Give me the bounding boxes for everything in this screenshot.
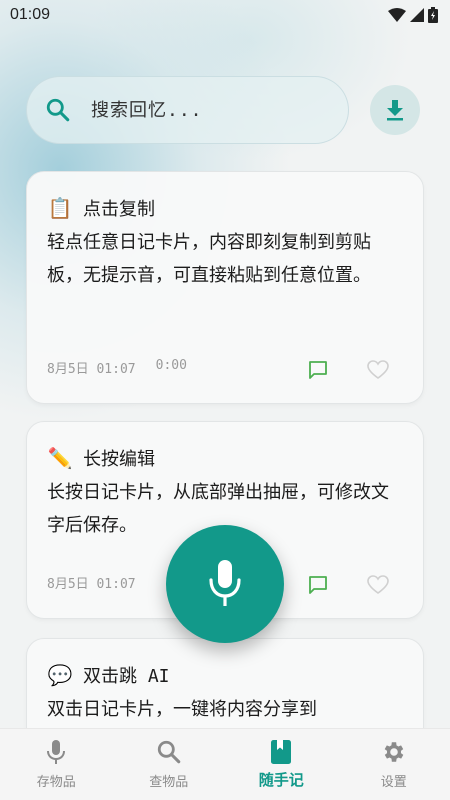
card-body: 轻点任意日记卡片，内容即刻复制到剪贴板，无提示音，可直接粘贴到任意位置。 [47, 232, 371, 286]
card-duration: 0:00 [155, 358, 187, 373]
download-icon [387, 100, 403, 121]
card-actions [307, 359, 389, 381]
status-icons [388, 7, 438, 23]
speech-bubble-icon: 💬 [47, 663, 73, 687]
nav-label: 查物品 [149, 775, 189, 790]
battery-icon [428, 7, 438, 23]
comment-icon[interactable] [307, 359, 329, 381]
bottom-nav: 存物品 查物品 随手记 设置 [0, 728, 450, 800]
nav-label: 设置 [380, 775, 407, 790]
wifi-icon [388, 8, 406, 22]
card-title-row: ✏️ 长按编辑 [47, 444, 403, 472]
heart-icon[interactable] [367, 575, 389, 595]
card-body: 双击日记卡片，一键将内容分享到 [47, 699, 317, 720]
card-title: 长按编辑 [83, 449, 155, 470]
card-title-row: 💬 双击跳 AI [47, 661, 403, 689]
nav-label: 存物品 [36, 775, 76, 790]
search-icon [46, 98, 70, 122]
search-input[interactable] [91, 99, 321, 121]
nav-item-notes[interactable]: 随手记 [225, 729, 338, 800]
card-meta: 8月5日 01:07 [47, 573, 136, 592]
clipboard-icon: 📋 [47, 196, 73, 220]
comment-icon[interactable] [307, 574, 329, 596]
status-bar: 01:09 [0, 0, 450, 30]
gear-icon [384, 742, 404, 762]
download-button[interactable] [370, 85, 420, 135]
diary-card[interactable]: 📋 点击复制 轻点任意日记卡片，内容即刻复制到剪贴板，无提示音，可直接粘贴到任意… [26, 171, 424, 404]
mic-icon [209, 560, 241, 606]
book-icon [271, 740, 292, 764]
signal-icon [410, 8, 424, 22]
nav-item-settings[interactable]: 设置 [338, 729, 450, 800]
card-title: 点击复制 [83, 199, 155, 220]
card-date: 8月5日 01:07 [47, 362, 136, 377]
card-actions [307, 574, 389, 596]
card-meta: 8月5日 01:07 0:00 [47, 358, 187, 377]
status-time: 01:09 [10, 6, 51, 23]
search-icon [157, 740, 181, 764]
mic-icon [47, 740, 66, 764]
heart-icon[interactable] [367, 360, 389, 380]
card-title-row: 📋 点击复制 [47, 194, 403, 222]
card-date: 8月5日 01:07 [47, 577, 136, 592]
nav-item-find[interactable]: 查物品 [113, 729, 226, 800]
record-button[interactable] [166, 525, 284, 643]
search-bar[interactable] [26, 76, 349, 144]
card-title: 双击跳 AI [83, 666, 170, 687]
nav-item-store[interactable]: 存物品 [0, 729, 113, 800]
nav-label: 随手记 [258, 771, 304, 789]
pencil-icon: ✏️ [47, 446, 73, 470]
